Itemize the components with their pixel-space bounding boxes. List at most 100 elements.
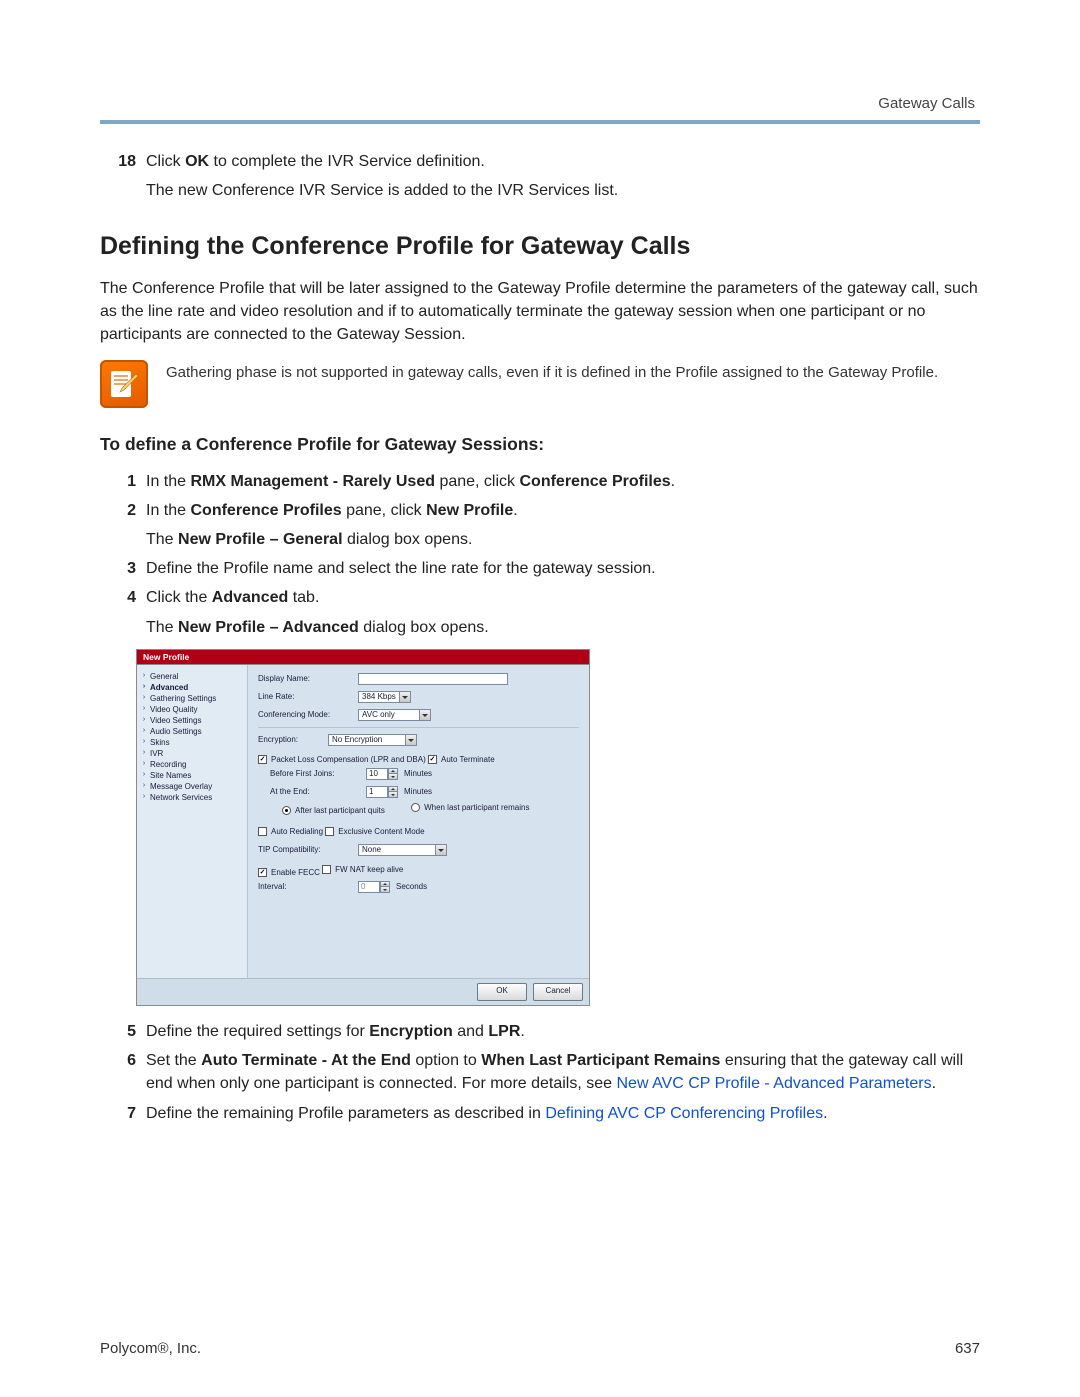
- ok-button[interactable]: OK: [477, 983, 527, 1001]
- text: dialog box opens.: [359, 619, 489, 636]
- spinner-value: 1: [366, 786, 388, 798]
- checkbox-auto-terminate[interactable]: Auto Terminate: [428, 754, 495, 766]
- at-end-spinner[interactable]: 1: [366, 786, 398, 798]
- text-bold: RMX Management - Rarely Used: [190, 473, 435, 490]
- conf-mode-select[interactable]: AVC only: [358, 709, 431, 721]
- chevron-down-icon: [405, 735, 416, 745]
- link-defining-profiles[interactable]: Defining AVC CP Conferencing Profiles: [545, 1105, 823, 1122]
- row-before-first: Before First Joins: 10 Minutes: [258, 768, 579, 780]
- checkbox-auto-redial[interactable]: Auto Redialing: [258, 826, 323, 838]
- text: option to: [411, 1052, 481, 1069]
- checkbox-label: Enable FECC: [271, 867, 320, 879]
- new-profile-dialog: New Profile ›General ›Advanced ›Gatherin…: [136, 649, 590, 1006]
- before-first-spinner[interactable]: 10: [366, 768, 398, 780]
- link-advanced-parameters[interactable]: New AVC CP Profile - Advanced Parameters: [617, 1075, 932, 1092]
- text: In the: [146, 502, 190, 519]
- chevron-right-icon: ›: [141, 782, 147, 791]
- radio-label: After last participant quits: [295, 805, 385, 817]
- text: .: [671, 473, 675, 490]
- row-display-name: Display Name:: [258, 673, 579, 685]
- nav-general[interactable]: ›General: [141, 671, 243, 682]
- page-content: 18 Click OK to complete the IVR Service …: [100, 150, 980, 1125]
- step-number: 18: [100, 150, 146, 202]
- radio-when-last-remains[interactable]: When last participant remains: [387, 802, 529, 814]
- nav-video-settings[interactable]: ›Video Settings: [141, 715, 243, 726]
- select-value: No Encryption: [329, 734, 405, 746]
- nav-audio-settings[interactable]: ›Audio Settings: [141, 726, 243, 737]
- step-body: Define the required settings for Encrypt…: [146, 1020, 980, 1043]
- unit-label: Minutes: [404, 768, 432, 780]
- nav-recording[interactable]: ›Recording: [141, 759, 243, 770]
- text-bold: Conference Profiles: [519, 473, 670, 490]
- radio-after-last-quits[interactable]: After last participant quits: [258, 805, 385, 817]
- chevron-right-icon: ›: [141, 760, 147, 769]
- unit-label: Minutes: [404, 786, 432, 798]
- chevron-right-icon: ›: [141, 672, 147, 681]
- nav-skins[interactable]: ›Skins: [141, 737, 243, 748]
- chevron-right-icon: ›: [141, 793, 147, 802]
- checkbox-packet-loss[interactable]: Packet Loss Compensation (LPR and DBA): [258, 754, 426, 766]
- chevron-right-icon: ›: [141, 694, 147, 703]
- line-rate-select[interactable]: 384 Kbps: [358, 691, 411, 703]
- checkbox-exclusive-content[interactable]: Exclusive Content Mode: [325, 826, 424, 838]
- note-icon: [100, 360, 148, 408]
- nav-video-quality[interactable]: ›Video Quality: [141, 704, 243, 715]
- procedure-heading: To define a Conference Profile for Gatew…: [100, 432, 980, 457]
- chevron-right-icon: ›: [141, 716, 147, 725]
- display-name-input[interactable]: [358, 673, 508, 685]
- interval-spinner[interactable]: 0: [358, 881, 390, 893]
- checkbox-enable-fecc[interactable]: Enable FECC: [258, 867, 320, 879]
- step-6: 6 Set the Auto Terminate - At the End op…: [100, 1049, 980, 1095]
- radio-icon: [282, 806, 291, 815]
- row-encryption: Encryption: No Encryption: [258, 734, 579, 746]
- step-7: 7 Define the remaining Profile parameter…: [100, 1102, 980, 1125]
- step-body: Define the remaining Profile parameters …: [146, 1102, 980, 1125]
- row-conf-mode: Conferencing Mode: AVC only: [258, 709, 579, 721]
- nav-ivr[interactable]: ›IVR: [141, 748, 243, 759]
- step-body: Click OK to complete the IVR Service def…: [146, 150, 980, 202]
- nav-message-overlay[interactable]: ›Message Overlay: [141, 781, 243, 792]
- text: Define the remaining Profile parameters …: [146, 1105, 545, 1122]
- nav-label: IVR: [150, 749, 163, 759]
- cancel-button[interactable]: Cancel: [533, 983, 583, 1001]
- chevron-right-icon: ›: [141, 727, 147, 736]
- checkbox-fw-nat[interactable]: FW NAT keep alive: [322, 864, 403, 876]
- step-4: 4 Click the Advanced tab. The New Profil…: [100, 586, 980, 638]
- nav-gathering[interactable]: ›Gathering Settings: [141, 693, 243, 704]
- encryption-select[interactable]: No Encryption: [328, 734, 417, 746]
- nav-advanced[interactable]: ›Advanced: [141, 682, 243, 693]
- text: pane, click: [342, 502, 426, 519]
- text-bold: Encryption: [369, 1023, 453, 1040]
- text: tab.: [288, 589, 319, 606]
- checkbox-icon: [325, 827, 334, 836]
- select-value: None: [359, 844, 435, 856]
- step-body: Click the Advanced tab. The New Profile …: [146, 586, 980, 638]
- label-at-end: At the End:: [270, 786, 366, 798]
- text-bold: New Profile – Advanced: [178, 619, 359, 636]
- text: pane, click: [435, 473, 519, 490]
- section-body: The Conference Profile that will be late…: [100, 277, 980, 347]
- nav-label: Advanced: [150, 683, 188, 693]
- text: The: [146, 531, 178, 548]
- text: In the: [146, 473, 190, 490]
- tip-compat-select[interactable]: None: [358, 844, 447, 856]
- nav-network-services[interactable]: ›Network Services: [141, 792, 243, 803]
- text-bold: Auto Terminate - At the End: [201, 1052, 411, 1069]
- step-1: 1 In the RMX Management - Rarely Used pa…: [100, 470, 980, 493]
- text-bold: LPR: [488, 1023, 520, 1040]
- text: to complete the IVR Service definition.: [209, 153, 485, 170]
- nav-label: Audio Settings: [150, 727, 202, 737]
- nav-site-names[interactable]: ›Site Names: [141, 770, 243, 781]
- text-bold: Advanced: [212, 589, 288, 606]
- unit-label: Seconds: [396, 881, 427, 893]
- dialog-footer: OK Cancel: [137, 978, 589, 1005]
- text-bold: Conference Profiles: [190, 502, 341, 519]
- document-page: Gateway Calls 18 Click OK to complete th…: [0, 0, 1080, 1397]
- step-number: 5: [100, 1020, 146, 1043]
- checkbox-label: Packet Loss Compensation (LPR and DBA): [271, 754, 426, 766]
- label-conf-mode: Conferencing Mode:: [258, 709, 358, 721]
- select-value: 384 Kbps: [359, 691, 399, 703]
- step-3: 3 Define the Profile name and select the…: [100, 557, 980, 580]
- nav-label: Skins: [150, 738, 170, 748]
- text: .: [823, 1105, 827, 1122]
